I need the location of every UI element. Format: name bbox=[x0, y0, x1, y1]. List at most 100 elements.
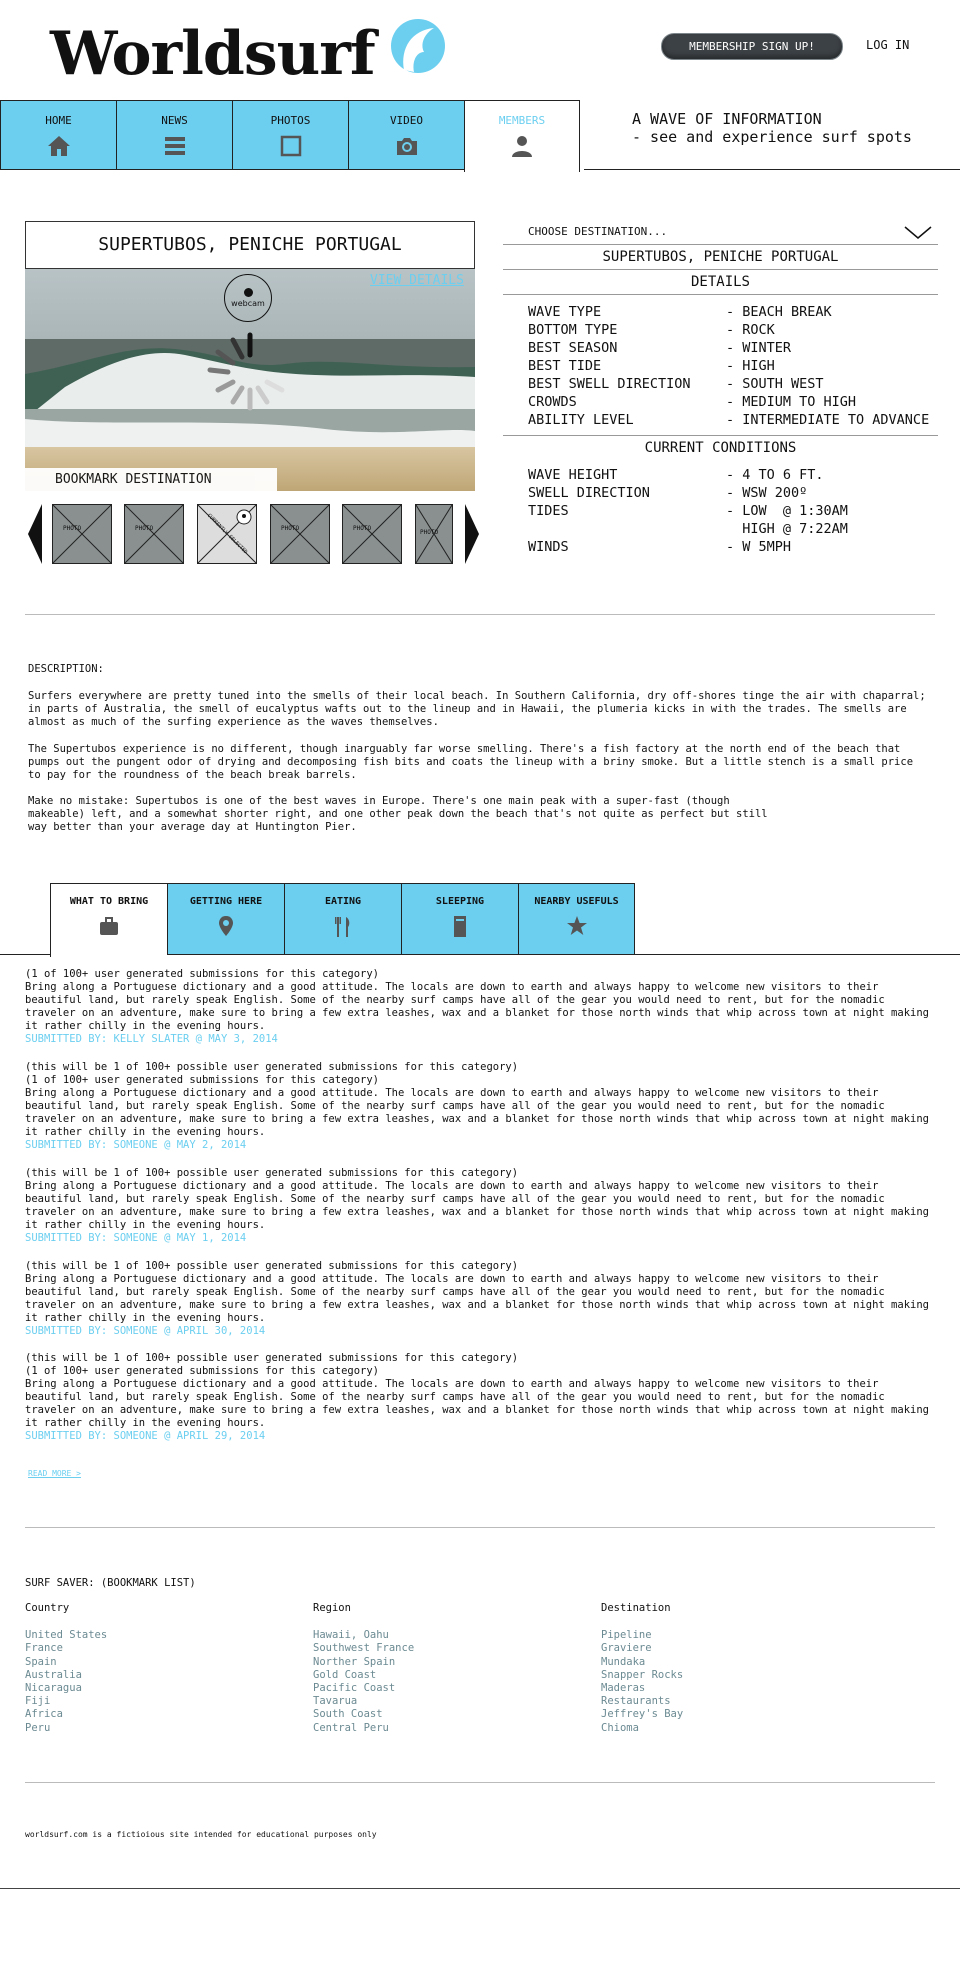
bookmark-link[interactable]: France bbox=[25, 1642, 275, 1655]
conditions-heading: CURRENT CONDITIONS bbox=[644, 440, 797, 456]
bookmark-link[interactable]: Southwest France bbox=[313, 1642, 563, 1655]
next-arrow-icon[interactable] bbox=[465, 504, 479, 564]
nav-members[interactable]: MEMBERS bbox=[464, 100, 580, 172]
tab-getting-here[interactable]: GETTING HERE bbox=[167, 883, 284, 955]
bookmark-link[interactable]: Graviere bbox=[601, 1642, 851, 1655]
selected-destination: SUPERTUBOS, PENICHE PORTUGAL bbox=[503, 245, 938, 270]
tab-eating[interactable]: EATING bbox=[284, 883, 401, 955]
photo-thumbnail[interactable]: PHOTO bbox=[52, 504, 112, 564]
details-heading: DETAILS bbox=[503, 270, 938, 295]
detail-row: ABILITY LEVEL - INTERMEDIATE TO ADVANCE bbox=[528, 412, 930, 428]
briefcase-icon bbox=[100, 917, 118, 935]
bookmark-link[interactable]: Jeffrey's Bay bbox=[601, 1708, 851, 1721]
section-divider bbox=[25, 1527, 935, 1528]
wave-logo-icon bbox=[391, 19, 445, 73]
footer-divider bbox=[0, 1888, 960, 1889]
submission: (this will be 1 of 100+ possible user ge… bbox=[25, 1352, 935, 1443]
bookmark-link[interactable]: Restaurants bbox=[601, 1695, 851, 1708]
bookmark-link[interactable]: Gold Coast bbox=[313, 1669, 563, 1682]
condition-row: TIDES - LOW @ 1:30AM bbox=[528, 503, 848, 519]
login-link[interactable]: LOG IN bbox=[866, 38, 909, 52]
bookmark-link[interactable]: Tavarua bbox=[313, 1695, 563, 1708]
bookmark-link[interactable]: Peru bbox=[25, 1722, 275, 1735]
condition-row: WINDS - W 5MPH bbox=[528, 539, 792, 555]
tab-nearby-usefuls[interactable]: NEARBY USEFULS bbox=[518, 883, 635, 955]
description-paragraph: Surfers everywhere are pretty tuned into… bbox=[28, 690, 926, 728]
site-logo[interactable]: Worldsurf bbox=[50, 18, 376, 90]
nav-photos[interactable]: PHOTOS bbox=[232, 100, 348, 170]
nav-video[interactable]: VIDEO bbox=[348, 100, 464, 170]
submitted-by-link[interactable]: SUBMITTED BY: SOMEONE @ APRIL 30, 2014 bbox=[25, 1325, 935, 1338]
bookmark-link[interactable]: Hawaii, Oahu bbox=[313, 1629, 563, 1642]
chevron-down-icon bbox=[904, 226, 932, 239]
bookmark-link[interactable]: Central Peru bbox=[313, 1722, 563, 1735]
bookmark-link[interactable]: Australia bbox=[25, 1669, 275, 1682]
view-details-link[interactable]: VIEW DETAILS bbox=[370, 273, 464, 288]
submitted-by-link[interactable]: SUBMITTED BY: KELLY SLATER @ MAY 3, 2014 bbox=[25, 1033, 935, 1046]
footer-note: worldsurf.com is a fictioious site inten… bbox=[25, 1830, 377, 1839]
prev-arrow-icon[interactable] bbox=[28, 504, 42, 564]
submission: (this will be 1 of 100+ possible user ge… bbox=[25, 1260, 935, 1338]
tabs-divider bbox=[634, 954, 960, 955]
bookmark-link[interactable]: Chioma bbox=[601, 1722, 851, 1735]
photo-thumbnail[interactable]: PHOTO bbox=[124, 504, 184, 564]
bookmark-list-title: SURF SAVER: (BOOKMARK LIST) bbox=[25, 1577, 196, 1589]
map-pin-icon bbox=[219, 916, 233, 936]
description-paragraph: Make no mistake: Supertubos is one of th… bbox=[28, 795, 768, 833]
webcam-lens-icon bbox=[243, 288, 253, 297]
bookmark-link[interactable]: South Coast bbox=[313, 1708, 563, 1721]
bookmark-link[interactable]: Pipeline bbox=[601, 1629, 851, 1642]
info-tabs: WHAT TO BRING GETTING HERE EATING SLEEPI… bbox=[50, 883, 635, 957]
photo-placeholder-icon bbox=[342, 504, 402, 564]
door-icon bbox=[454, 916, 466, 937]
bookmark-link[interactable]: Norther Spain bbox=[313, 1656, 563, 1669]
bookmark-link[interactable]: Spain bbox=[25, 1656, 275, 1669]
submission: (this will be 1 of 100+ possible user ge… bbox=[25, 1061, 935, 1152]
home-icon bbox=[47, 136, 70, 156]
bookmark-region-column: Region Hawaii, Oahu Southwest France Nor… bbox=[313, 1602, 563, 1735]
submitted-by-link[interactable]: SUBMITTED BY: SOMEONE @ APRIL 29, 2014 bbox=[25, 1430, 935, 1443]
detail-row: BEST TIDE - HIGH bbox=[528, 358, 775, 374]
section-divider bbox=[25, 1782, 935, 1783]
bookmark-destination-button[interactable]: BOOKMARK DESTINATION bbox=[0, 468, 277, 492]
webcam-button[interactable]: webcam bbox=[224, 274, 272, 322]
detail-row: CROWDS - MEDIUM TO HIGH bbox=[528, 394, 857, 410]
read-more-link[interactable]: READ MORE > bbox=[28, 1469, 81, 1478]
bookmark-link[interactable]: Nicaragua bbox=[25, 1682, 275, 1695]
nav-divider bbox=[584, 169, 960, 170]
photo-frame-icon bbox=[280, 135, 301, 157]
bookmark-link[interactable]: Snapper Rocks bbox=[601, 1669, 851, 1682]
main-nav: HOME NEWS PHOTOS VIDEO MEMBERS bbox=[0, 100, 580, 172]
tagline: A WAVE OF INFORMATION - see and experien… bbox=[632, 110, 912, 146]
bookmark-link[interactable]: United States bbox=[25, 1629, 275, 1642]
bookmark-link[interactable]: Maderas bbox=[601, 1682, 851, 1695]
bookmark-link[interactable]: Africa bbox=[25, 1708, 275, 1721]
submitted-by-link[interactable]: SUBMITTED BY: SOMEONE @ MAY 1, 2014 bbox=[25, 1232, 935, 1245]
loading-spinner-icon bbox=[207, 332, 285, 411]
tab-what-to-bring[interactable]: WHAT TO BRING bbox=[50, 883, 167, 957]
photo-placeholder-icon bbox=[52, 504, 112, 564]
nav-home[interactable]: HOME bbox=[0, 100, 116, 170]
bookmark-link[interactable]: Mundaka bbox=[601, 1656, 851, 1669]
condition-row: SWELL DIRECTION - WSW 200º bbox=[528, 485, 808, 501]
photo-thumbnail[interactable]: PHOTO bbox=[415, 504, 453, 564]
photo-placeholder-icon bbox=[270, 504, 330, 564]
photo-thumbnail-selected[interactable]: CURRENTLY SELECTED bbox=[197, 504, 257, 564]
photo-thumbnail[interactable]: PHOTO bbox=[342, 504, 402, 564]
membership-signup-button[interactable]: MEMBERSHIP SIGN UP! bbox=[661, 33, 843, 60]
tab-sleeping[interactable]: SLEEPING bbox=[401, 883, 518, 955]
submission: (this will be 1 of 100+ possible user ge… bbox=[25, 1167, 935, 1245]
condition-row: HIGH @ 7:22AM bbox=[726, 521, 848, 537]
destination-select[interactable]: CHOOSE DESTINATION... bbox=[503, 222, 938, 245]
bookmark-link[interactable]: Fiji bbox=[25, 1695, 275, 1708]
bookmark-country-column: Country United States France Spain Austr… bbox=[25, 1602, 275, 1735]
detail-row: BEST SWELL DIRECTION - SOUTH WEST bbox=[528, 376, 824, 392]
star-icon bbox=[566, 916, 587, 935]
submitted-by-link[interactable]: SUBMITTED BY: SOMEONE @ MAY 2, 2014 bbox=[25, 1139, 935, 1152]
photo-placeholder-icon bbox=[124, 504, 184, 564]
nav-news[interactable]: NEWS bbox=[116, 100, 232, 170]
bookmark-link[interactable]: Pacific Coast bbox=[313, 1682, 563, 1695]
description-paragraph: The Supertubos experience is no differen… bbox=[28, 743, 914, 781]
user-icon bbox=[512, 136, 532, 157]
photo-thumbnail[interactable]: PHOTO bbox=[270, 504, 330, 564]
